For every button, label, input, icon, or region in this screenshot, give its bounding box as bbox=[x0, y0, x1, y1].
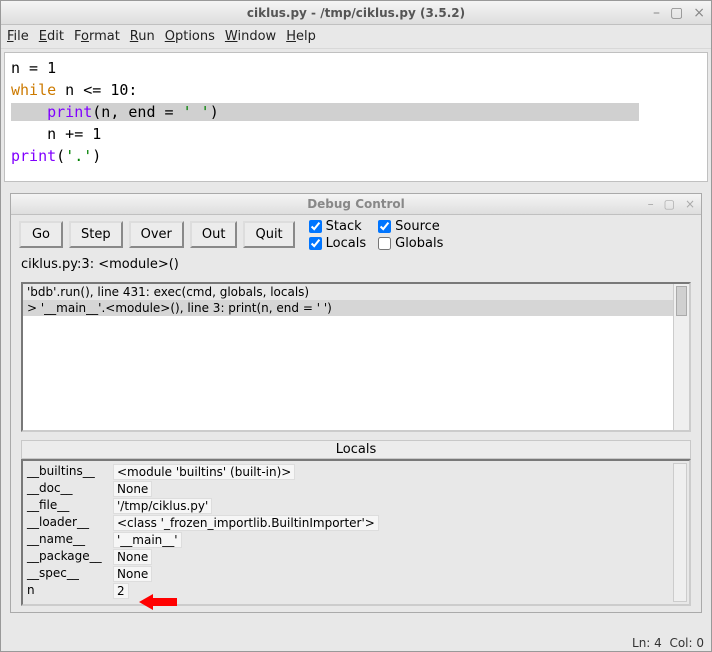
stack-frame[interactable]: > '__main__'.<module>(), line 3: print(n… bbox=[23, 300, 689, 316]
go-button[interactable]: Go bbox=[19, 221, 63, 248]
locals-row: __package__None bbox=[27, 549, 685, 565]
code-text: n <= bbox=[56, 81, 110, 99]
code-string: ' ' bbox=[183, 103, 210, 121]
code-builtin: print bbox=[11, 147, 56, 165]
quit-button[interactable]: Quit bbox=[243, 221, 294, 248]
titlebar: ciklus.py - /tmp/ciklus.py (3.5.2) – ▢ × bbox=[1, 1, 711, 25]
window-title: ciklus.py - /tmp/ciklus.py (3.5.2) bbox=[1, 6, 711, 20]
stack-panel[interactable]: 'bdb'.run(), line 431: exec(cmd, globals… bbox=[21, 282, 691, 432]
code-editor[interactable]: n = 1 while n <= 10: print(n, end = ' ')… bbox=[4, 52, 708, 182]
code-text: : bbox=[128, 81, 137, 99]
scrollbar[interactable] bbox=[673, 463, 687, 602]
scrollbar-thumb[interactable] bbox=[676, 286, 687, 316]
menu-format[interactable]: Format bbox=[74, 29, 120, 44]
locals-header: Locals bbox=[21, 440, 691, 459]
locals-checkbox[interactable]: Locals bbox=[309, 236, 366, 251]
menu-edit[interactable]: Edit bbox=[39, 29, 64, 44]
close-icon[interactable]: × bbox=[685, 197, 695, 211]
locals-panel[interactable]: __builtins__<module 'builtins' (built-in… bbox=[21, 459, 691, 606]
close-icon[interactable]: × bbox=[693, 5, 705, 21]
scrollbar[interactable] bbox=[673, 284, 689, 430]
over-button[interactable]: Over bbox=[129, 221, 184, 248]
minimize-icon[interactable]: – bbox=[648, 197, 654, 211]
code-text: n += bbox=[47, 125, 92, 143]
globals-checkbox[interactable]: Globals bbox=[378, 236, 443, 251]
code-builtin: print bbox=[47, 103, 92, 121]
code-string: '.' bbox=[65, 147, 92, 165]
statusbar: Ln: 4 Col: 0 bbox=[632, 636, 704, 650]
locals-row: __loader__<class '_frozen_importlib.Buil… bbox=[27, 515, 685, 531]
stack-checkbox[interactable]: Stack bbox=[309, 219, 366, 234]
minimize-icon[interactable]: – bbox=[653, 5, 660, 21]
locals-row-n: n2 bbox=[27, 583, 685, 599]
highlighted-line: print(n, end = ' ') bbox=[11, 103, 639, 121]
stack-frame[interactable]: 'bdb'.run(), line 431: exec(cmd, globals… bbox=[23, 284, 689, 300]
debug-status: ciklus.py:3: <module>() bbox=[11, 255, 701, 278]
menu-options[interactable]: Options bbox=[165, 29, 215, 44]
locals-row: __file__'/tmp/ciklus.py' bbox=[27, 498, 685, 514]
debug-control-window: Debug Control – ▢ × Go Step Over Out Qui… bbox=[10, 193, 702, 613]
menu-help[interactable]: Help bbox=[286, 29, 316, 44]
code-text: 1 bbox=[92, 125, 101, 143]
window-controls: – ▢ × bbox=[653, 5, 705, 21]
locals-row: __name__'__main__' bbox=[27, 532, 685, 548]
code-text: 1 bbox=[47, 59, 56, 77]
locals-row: __spec__None bbox=[27, 566, 685, 582]
menu-file[interactable]: File bbox=[7, 29, 29, 44]
code-text: 10 bbox=[110, 81, 128, 99]
maximize-icon[interactable]: ▢ bbox=[670, 5, 683, 21]
menu-window[interactable]: Window bbox=[225, 29, 276, 44]
out-button[interactable]: Out bbox=[190, 221, 238, 248]
locals-row: __builtins__<module 'builtins' (built-in… bbox=[27, 464, 685, 480]
debug-title: Debug Control bbox=[11, 197, 701, 211]
line-indicator: Ln: 4 bbox=[632, 636, 662, 650]
step-button[interactable]: Step bbox=[69, 221, 123, 248]
debug-titlebar: Debug Control – ▢ × bbox=[11, 194, 701, 215]
maximize-icon[interactable]: ▢ bbox=[664, 197, 675, 211]
debug-window-controls: – ▢ × bbox=[648, 197, 695, 211]
menubar: File Edit Format Run Options Window Help bbox=[1, 25, 711, 49]
debug-toolbar: Go Step Over Out Quit Stack Source Local… bbox=[11, 215, 701, 255]
menu-run[interactable]: Run bbox=[130, 29, 155, 44]
debug-view-options: Stack Source Locals Globals bbox=[309, 219, 444, 251]
main-window: ciklus.py - /tmp/ciklus.py (3.5.2) – ▢ ×… bbox=[0, 0, 712, 652]
col-indicator: Col: 0 bbox=[669, 636, 704, 650]
code-keyword: while bbox=[11, 81, 56, 99]
source-checkbox[interactable]: Source bbox=[378, 219, 443, 234]
code-text: n = bbox=[11, 59, 47, 77]
locals-row: __doc__None bbox=[27, 481, 685, 497]
